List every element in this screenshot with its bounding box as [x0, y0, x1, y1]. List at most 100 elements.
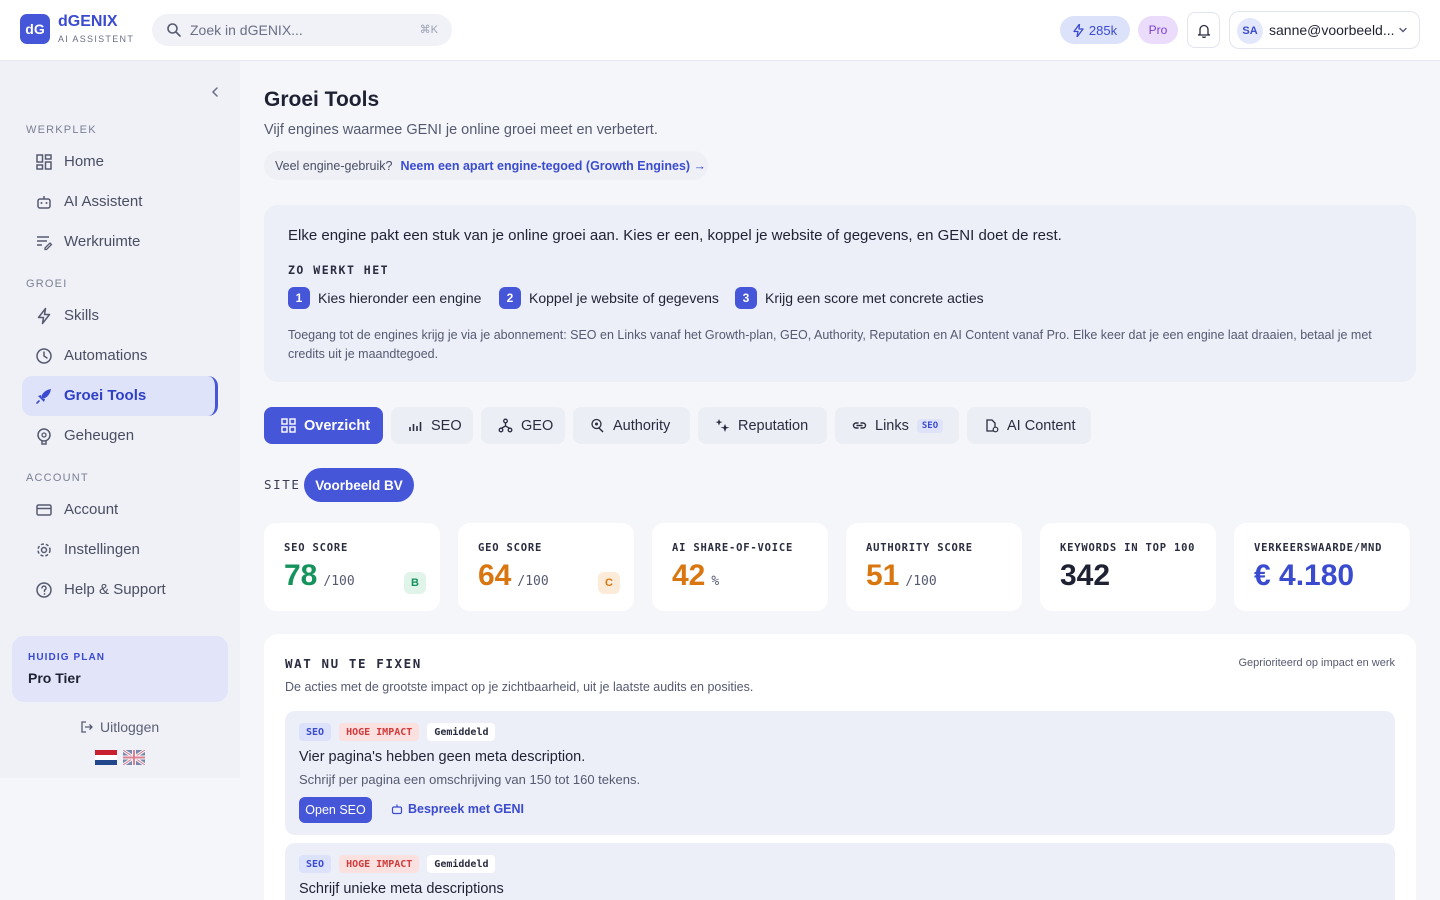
app-subtitle: AI ASSISTENT [58, 34, 135, 44]
metric-grade-badge: C [598, 572, 620, 594]
page-subtitle: Vijf engines waarmee GENI je online groe… [264, 122, 658, 138]
logout-label: Uitloggen [100, 719, 160, 735]
metric-label: VERKEERSWAARDE/MND [1254, 542, 1383, 554]
metric-card[interactable]: SEO SCORE 78/100 B [264, 523, 440, 611]
logo-mark[interactable]: dG [20, 14, 50, 44]
metric-value-wrap: 78/100 [284, 559, 355, 593]
sidebar-item-geheugen[interactable]: Geheugen [22, 416, 218, 456]
bolt-icon [37, 307, 51, 325]
clock-icon [36, 348, 52, 364]
search-input[interactable] [190, 14, 410, 46]
tab-label: AI Content [1007, 417, 1076, 434]
fix-item-title: Vier pagina's hebben geen meta descripti… [299, 749, 586, 765]
page-title: Groei Tools [264, 88, 380, 111]
tab-overzicht[interactable]: Overzicht [264, 407, 383, 444]
metric-value-wrap: € 4.180 [1254, 559, 1354, 593]
tab-reputation[interactable]: Reputation [698, 407, 827, 444]
sidebar-item-label: Groei Tools [64, 387, 147, 404]
credits-value: 285k [1088, 22, 1118, 38]
step-number: 3 [735, 287, 757, 309]
section-label-account: ACCOUNT [26, 472, 89, 484]
sidebar-item-label: AI Assistent [64, 193, 143, 210]
bar-chart-icon [409, 422, 422, 431]
metric-value-wrap: 51/100 [866, 559, 937, 593]
app-name[interactable]: dGENIX [58, 13, 118, 31]
metric-card[interactable]: AI SHARE-OF-VOICE 42% [652, 523, 828, 611]
notifications-button[interactable] [1187, 12, 1220, 48]
sidebar-item-label: Instellingen [64, 541, 140, 558]
tab-geo[interactable]: GEO [481, 407, 565, 444]
step-number: 2 [499, 287, 521, 309]
fix-item-description: Schrijf per pagina een omschrijving van … [299, 772, 641, 787]
metric-value-wrap: 42% [672, 559, 719, 593]
uk-flag-icon[interactable] [123, 750, 145, 765]
sidebar-item-instellingen[interactable]: Instellingen [22, 530, 218, 570]
current-plan-card[interactable]: HUIDIG PLAN Pro Tier [12, 636, 228, 702]
plan-label: HUIDIG PLAN [28, 652, 106, 663]
fix-item-title: Schrijf unieke meta descriptions [299, 881, 504, 897]
metric-label: KEYWORDS IN TOP 100 [1060, 542, 1196, 554]
tab-label: GEO [521, 417, 554, 434]
sidebar-item-ai-assistent[interactable]: AI Assistent [22, 182, 218, 222]
how-it-works-panel: Elke engine pakt een stuk van je online … [264, 205, 1416, 382]
brain-icon [37, 428, 51, 445]
sidebar-item-label: Werkruimte [64, 233, 141, 250]
tab-authority[interactable]: Authority [573, 407, 690, 444]
metric-value: 342 [1060, 559, 1111, 592]
gear-icon [37, 543, 51, 557]
tab-ai-content[interactable]: AI Content [967, 407, 1091, 444]
stars-icon [715, 419, 730, 432]
tag-impact: HOGE IMPACT [339, 855, 420, 873]
collapse-sidebar-icon[interactable] [208, 85, 222, 99]
tag-engine: SEO [299, 855, 332, 873]
metric-value: 51 [866, 559, 900, 592]
sidebar-item-help-support[interactable]: Help & Support [22, 570, 218, 610]
tag-effort: Gemiddeld [427, 723, 496, 741]
credits-badge[interactable]: 285k [1060, 16, 1130, 44]
metric-card[interactable]: VERKEERSWAARDE/MND € 4.180 [1234, 523, 1410, 611]
metric-value-wrap: 342 [1060, 559, 1110, 593]
link-icon [852, 422, 867, 429]
tab-links[interactable]: Links SEO [835, 407, 959, 444]
access-note: Toegang tot de engines krijg je via je a… [288, 328, 1372, 361]
sidebar-item-label: Automations [64, 347, 148, 364]
grid-icon [281, 418, 296, 433]
rocket-icon [36, 389, 51, 404]
user-email: sanne@voorbeeld... [1269, 22, 1395, 38]
user-menu[interactable]: SA sanne@voorbeeld... [1229, 11, 1420, 49]
tab-label: Authority [613, 417, 671, 434]
metric-card[interactable]: AUTHORITY SCORE 51/100 [846, 523, 1022, 611]
tab-label: Reputation [738, 417, 809, 434]
promo-link[interactable]: Neem een apart engine-tegoed (Growth Eng… [400, 159, 706, 173]
metric-card[interactable]: GEO SCORE 64/100 C [458, 523, 634, 611]
open-seo-button[interactable]: Open SEO [299, 797, 372, 823]
sidebar-item-groei-tools[interactable]: Groei Tools [22, 376, 218, 416]
badge-icon [591, 418, 604, 433]
sidebar-item-skills[interactable]: Skills [22, 296, 218, 336]
search-bar[interactable]: ⌘K [152, 14, 452, 46]
sidebar-item-label: Help & Support [64, 581, 166, 598]
metric-value: 42 [672, 559, 706, 592]
sidebar-item-home[interactable]: Home [22, 142, 218, 182]
bell-icon [1197, 24, 1210, 38]
sidebar-item-werkruimte[interactable]: Werkruimte [22, 222, 218, 262]
plan-badge[interactable]: Pro [1138, 16, 1178, 44]
logout-button[interactable]: Uitloggen [80, 719, 159, 735]
tab-seo[interactable]: SEO [391, 407, 473, 444]
sidebar-item-account[interactable]: Account [22, 490, 218, 530]
tab-badge: SEO [916, 418, 944, 433]
discuss-with-geni-button[interactable]: Bespreek met GENI [391, 802, 524, 816]
dutch-flag-icon[interactable] [95, 750, 117, 765]
tab-label: SEO [431, 417, 462, 434]
metric-card[interactable]: KEYWORDS IN TOP 100 342 [1040, 523, 1216, 611]
metric-unit: /100 [905, 574, 937, 589]
site-selector[interactable]: Voorbeeld BV [304, 468, 414, 502]
language-switcher [95, 750, 145, 765]
promo-question: Veel engine-gebruik? [275, 158, 393, 173]
sidebar-item-label: Account [64, 501, 119, 518]
tab-label: Overzicht [304, 417, 371, 434]
sidebar-item-automations[interactable]: Automations [22, 336, 218, 376]
fix-subtitle: De acties met de grootste impact op je z… [285, 680, 754, 694]
discuss-label: Bespreek met GENI [408, 802, 525, 816]
metric-label: GEO SCORE [478, 542, 543, 554]
